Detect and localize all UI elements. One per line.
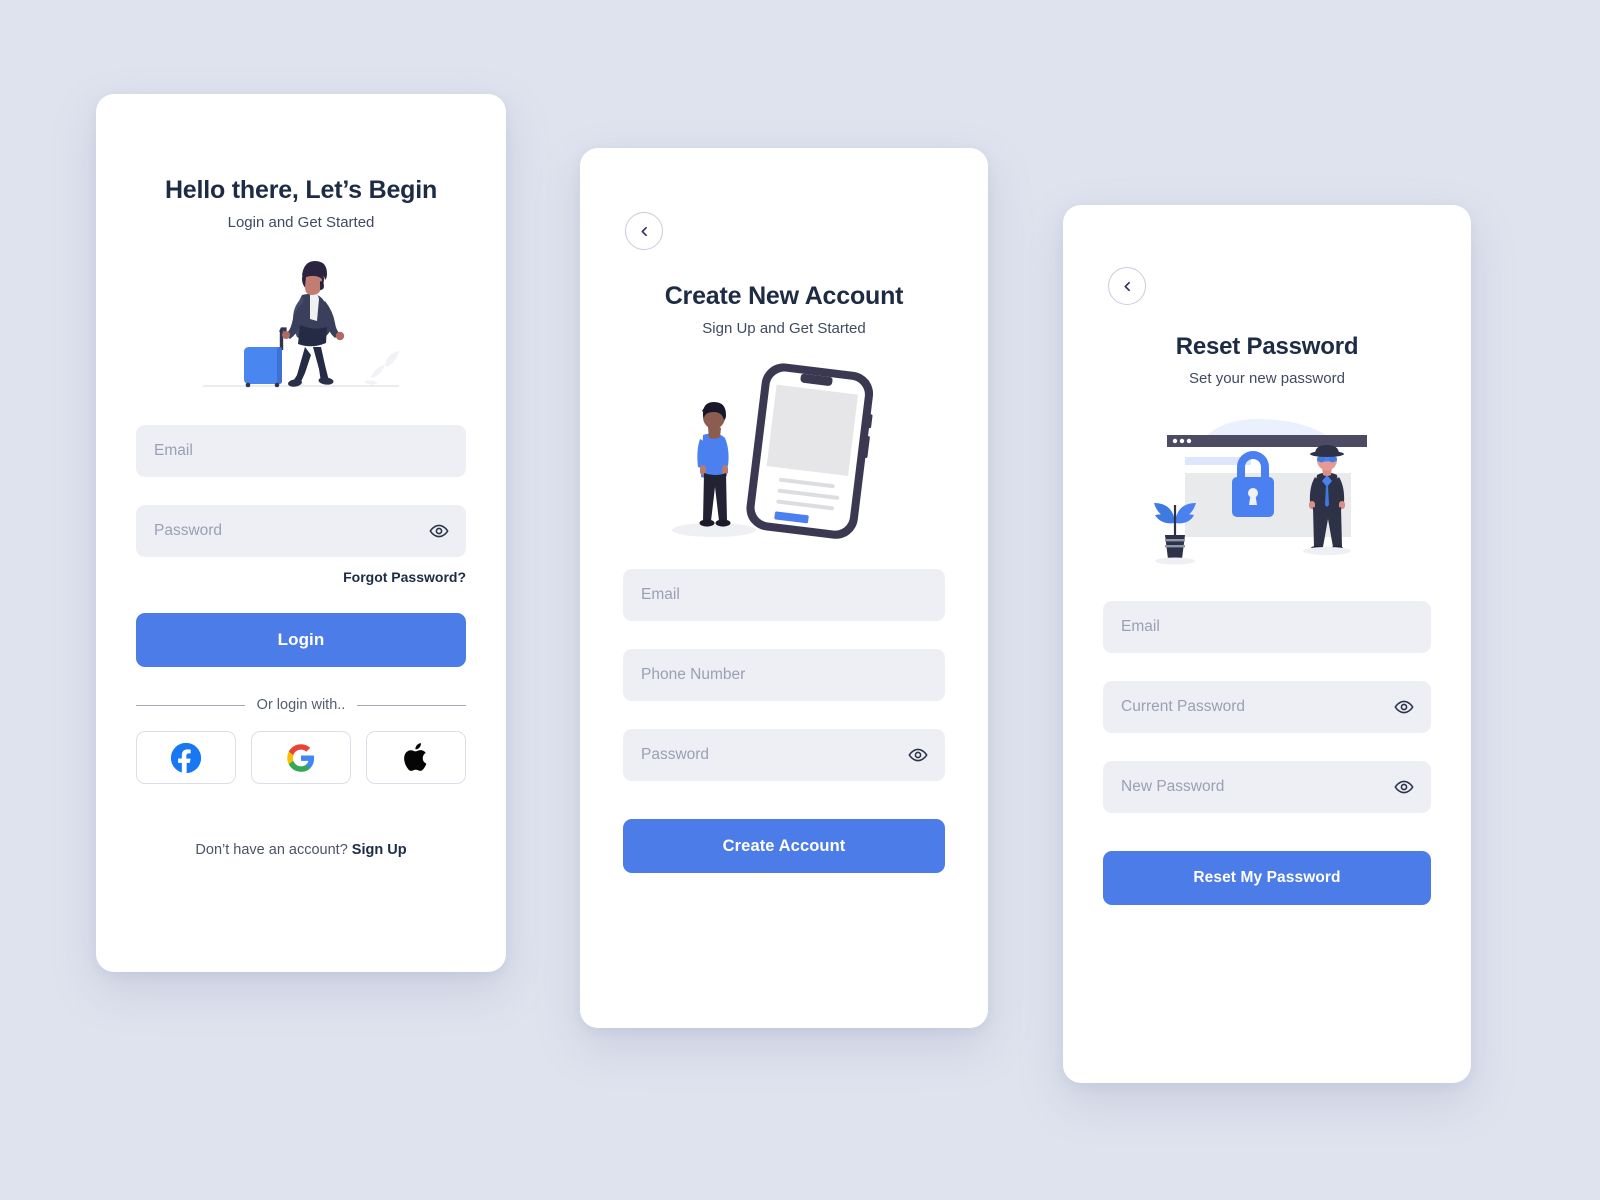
- page-title: Create New Account: [664, 282, 904, 310]
- divider-line-right: [357, 704, 466, 706]
- email-field-wrap: [136, 425, 466, 477]
- eye-icon[interactable]: [429, 521, 449, 541]
- signup-link[interactable]: Sign Up: [352, 842, 407, 858]
- woman-with-suitcase-icon: [203, 261, 399, 388]
- password-field-wrap: [623, 729, 945, 781]
- reset-password-card: Reset Password Set your new password Ema…: [1063, 205, 1471, 1083]
- page-subtitle: Sign Up and Get Started: [702, 320, 866, 337]
- apple-login-button[interactable]: [366, 731, 466, 784]
- social-divider: Or login with..: [136, 697, 466, 713]
- page-title: Hello there, Let’s Begin: [164, 176, 438, 204]
- social-login-row: [136, 731, 466, 784]
- password-input[interactable]: [641, 729, 927, 781]
- page-title: Reset Password: [1175, 333, 1359, 360]
- signup-prompt-text: Don’t have an account?: [195, 842, 352, 858]
- new-password-input[interactable]: [1121, 761, 1413, 813]
- email-input[interactable]: [154, 425, 448, 477]
- password-field-wrap: [136, 505, 466, 557]
- current-password-input[interactable]: [1121, 681, 1413, 733]
- phone-field-wrap: [623, 649, 945, 701]
- screen-root: Hello there, Let’s Begin Login and Get S…: [0, 0, 1600, 1200]
- google-login-button[interactable]: [251, 731, 351, 784]
- reset-password-button[interactable]: Reset My Password: [1103, 851, 1431, 905]
- eye-icon[interactable]: [1394, 777, 1414, 797]
- chevron-left-icon: [1124, 281, 1130, 291]
- login-card: Hello there, Let’s Begin Login and Get S…: [96, 94, 506, 972]
- signup-illustration: [580, 337, 988, 539]
- divider-line-left: [136, 704, 245, 706]
- divider-label: Or login with..: [256, 697, 346, 713]
- email-field-wrap: [1103, 601, 1431, 653]
- facebook-icon: [170, 742, 202, 773]
- google-icon: [287, 743, 315, 772]
- email-field-wrap: [623, 569, 945, 621]
- signup-prompt: Don’t have an account? Sign Up: [136, 842, 466, 858]
- facebook-login-button[interactable]: [136, 731, 236, 784]
- create-account-button[interactable]: Create Account: [623, 819, 945, 873]
- current-password-field-wrap: [1103, 681, 1431, 733]
- email-input[interactable]: [641, 569, 927, 621]
- eye-icon[interactable]: [1394, 697, 1414, 717]
- login-illustration: [96, 231, 506, 395]
- page-subtitle: Set your new password: [1189, 370, 1345, 387]
- security-lock-browser-icon: [1154, 418, 1367, 565]
- page-subtitle: Login and Get Started: [227, 214, 375, 231]
- new-password-field-wrap: [1103, 761, 1431, 813]
- man-looking-at-phone-icon: [672, 363, 874, 539]
- apple-icon: [403, 743, 426, 771]
- signup-card: Create New Account Sign Up and Get Start…: [580, 148, 988, 1028]
- reset-illustration: [1063, 387, 1471, 579]
- forgot-password-link[interactable]: Forgot Password?: [136, 569, 466, 585]
- password-input[interactable]: [154, 505, 448, 557]
- back-button[interactable]: [1108, 267, 1146, 305]
- chevron-left-icon: [641, 226, 647, 236]
- email-input[interactable]: [1121, 601, 1413, 653]
- eye-icon[interactable]: [908, 745, 928, 765]
- login-button[interactable]: Login: [136, 613, 466, 667]
- phone-input[interactable]: [641, 649, 927, 701]
- back-button[interactable]: [625, 212, 663, 250]
